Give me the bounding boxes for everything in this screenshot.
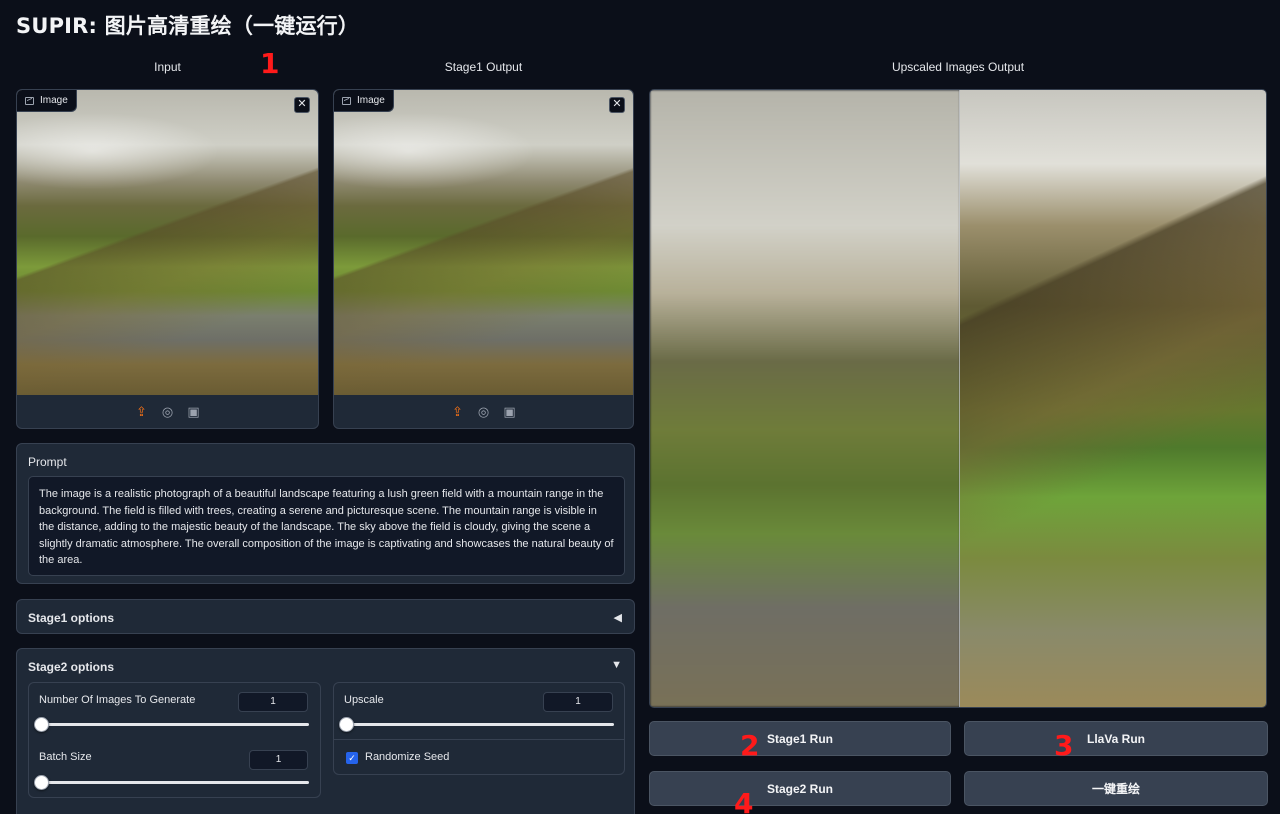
upscale-label: Upscale (344, 694, 384, 706)
prompt-textarea[interactable]: The image is a realistic photograph of a… (28, 476, 625, 576)
image-source-toolbar: ⇪ ◎ ▣ (17, 395, 318, 428)
close-button[interactable]: ✕ (294, 97, 310, 113)
batch-size-slider-thumb[interactable] (34, 775, 49, 790)
stage2-left-group: Number Of Images To Generate 1 Batch Siz… (28, 682, 321, 798)
batch-size-input[interactable]: 1 (249, 750, 308, 770)
after-image (960, 90, 1266, 707)
image-source-toolbar: ⇪ ◎ ▣ (334, 395, 633, 428)
upload-icon[interactable]: ⇪ (134, 404, 150, 420)
image-icon (25, 96, 34, 105)
llava-run-button[interactable]: LlaVa Run (964, 721, 1268, 756)
upload-icon[interactable]: ⇪ (450, 404, 466, 420)
stage1-output-panel[interactable]: Image ✕ ⇪ ◎ ▣ (333, 89, 634, 429)
stage1-run-button[interactable]: Stage1 Run (649, 721, 951, 756)
clipboard-icon[interactable]: ▣ (502, 404, 518, 420)
image-icon (342, 96, 351, 105)
num-images-input[interactable]: 1 (238, 692, 308, 712)
image-badge-label: Image (357, 95, 385, 106)
upscaled-output-label: Upscaled Images Output (891, 60, 1025, 74)
stage2-right-group: Upscale 1 ✓ Randomize Seed (333, 682, 625, 775)
annotation-marker-3: 3 (1054, 729, 1074, 762)
stage2-run-button[interactable]: Stage2 Run (649, 771, 951, 806)
batch-size-label: Batch Size (39, 751, 92, 763)
close-button[interactable]: ✕ (609, 97, 625, 113)
clipboard-icon[interactable]: ▣ (186, 404, 202, 420)
stage1-options-label: Stage1 options (28, 611, 115, 625)
num-images-label: Number Of Images To Generate (39, 694, 196, 706)
randomize-seed-label: Randomize Seed (365, 751, 450, 763)
prompt-block: Prompt The image is a realistic photogra… (16, 443, 635, 584)
upscaled-image-comparison[interactable] (649, 89, 1267, 708)
stage1-options-accordion[interactable]: Stage1 options ◀ (16, 599, 635, 634)
randomize-seed-checkbox[interactable]: ✓ (346, 752, 358, 764)
stage1-output-label: Stage1 Output (444, 60, 523, 74)
upscale-slider-track[interactable] (346, 723, 614, 726)
one-click-redraw-button[interactable]: 一键重绘 (964, 771, 1268, 806)
before-image (650, 90, 960, 707)
page-title: SUPIR: 图片高清重绘（一键运行） (16, 14, 360, 38)
annotation-marker-4: 4 (734, 787, 754, 814)
collapsed-arrow-icon[interactable]: ◀ (614, 611, 622, 624)
image-badge-label: Image (40, 95, 68, 106)
expanded-arrow-icon[interactable]: ▼ (611, 659, 622, 671)
image-badge: Image (334, 90, 394, 112)
webcam-icon[interactable]: ◎ (160, 404, 176, 420)
upscale-input[interactable]: 1 (543, 692, 613, 712)
webcam-icon[interactable]: ◎ (476, 404, 492, 420)
batch-size-slider-track[interactable] (41, 781, 309, 784)
annotation-marker-2: 2 (740, 729, 760, 762)
annotation-marker-1: 1 (260, 47, 280, 80)
input-image-panel[interactable]: Image ✕ ⇪ ◎ ▣ (16, 89, 319, 429)
prompt-label: Prompt (28, 455, 67, 469)
num-images-slider-track[interactable] (41, 723, 309, 726)
upscale-slider-thumb[interactable] (339, 717, 354, 732)
image-badge: Image (17, 90, 77, 112)
comparison-slider-handle[interactable] (959, 90, 960, 707)
stage2-options-accordion: Stage2 options ▼ Number Of Images To Gen… (16, 648, 635, 814)
stage2-options-label[interactable]: Stage2 options (28, 660, 114, 674)
divider (334, 739, 624, 740)
num-images-slider-thumb[interactable] (34, 717, 49, 732)
